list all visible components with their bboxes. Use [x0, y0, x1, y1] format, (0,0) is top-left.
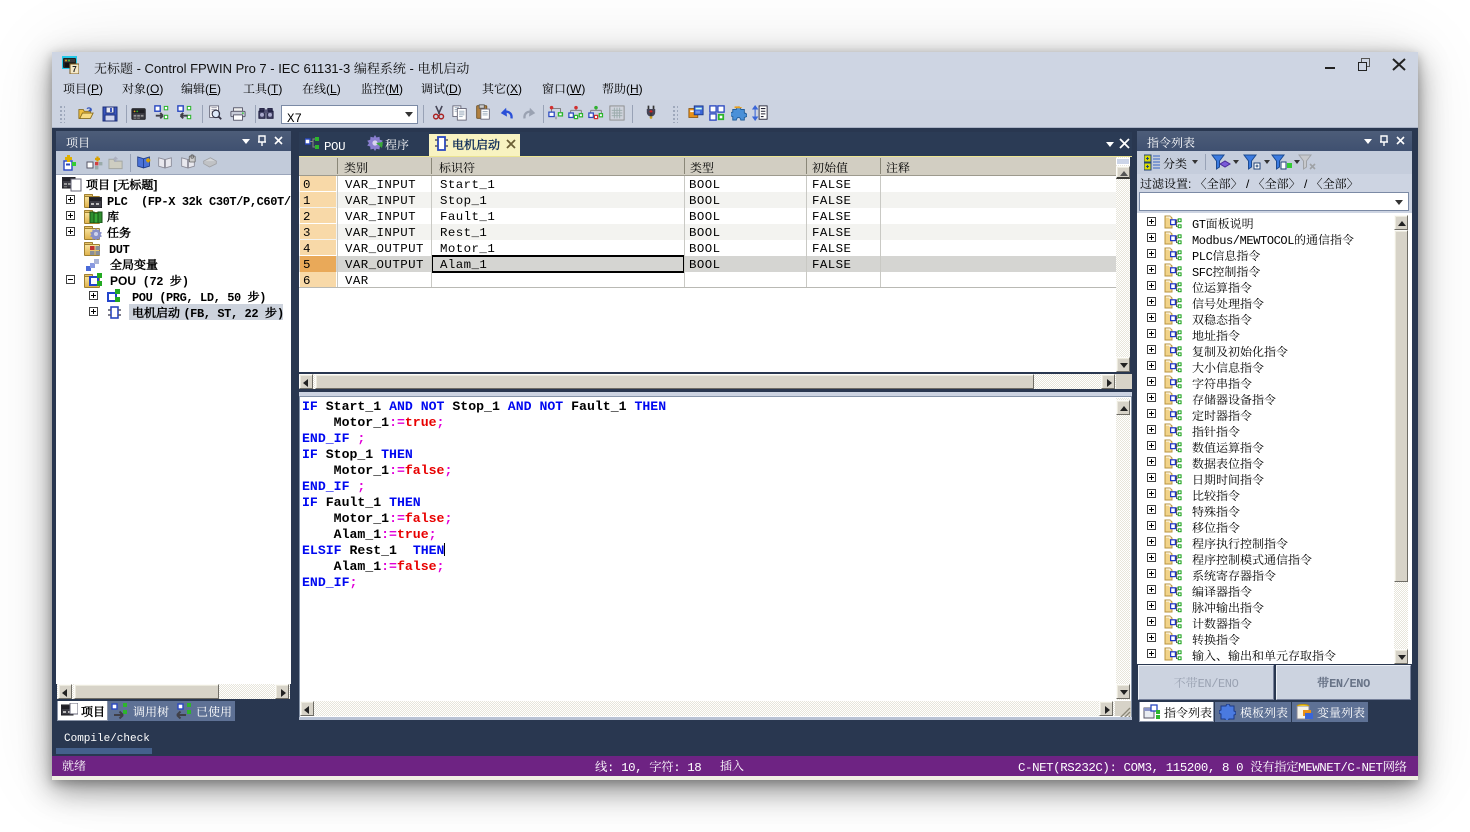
svg-text:7: 7: [72, 65, 77, 74]
